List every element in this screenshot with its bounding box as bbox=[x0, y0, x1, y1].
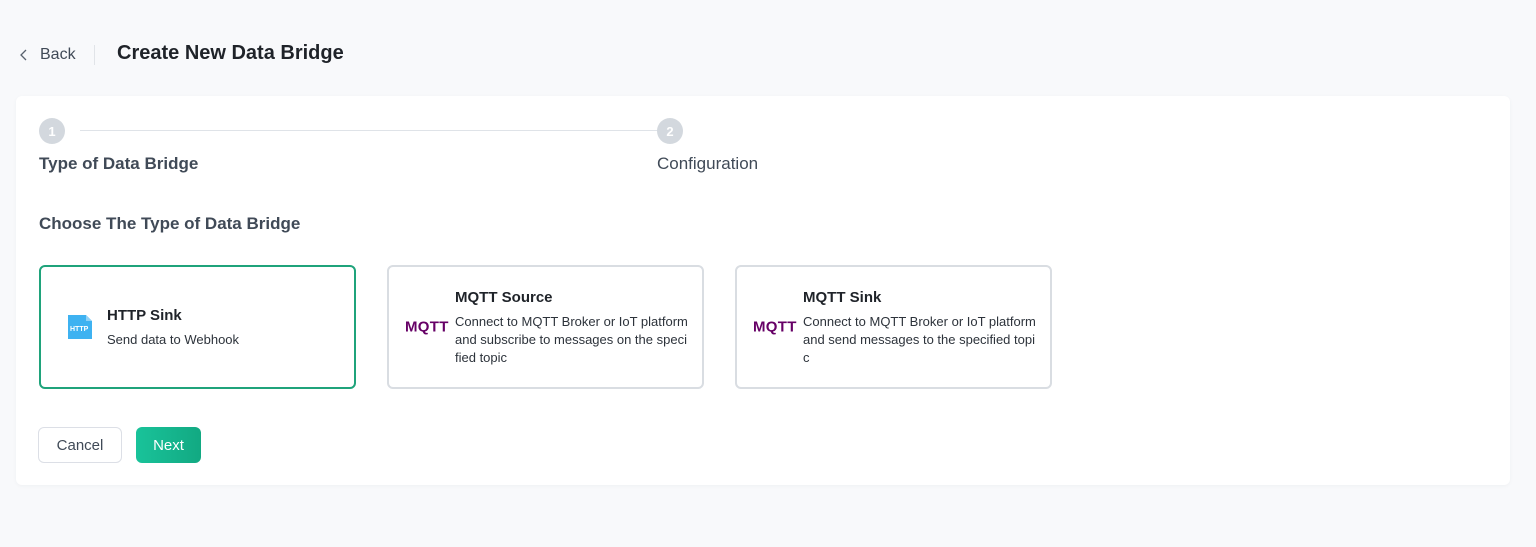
http-icon: HTTP bbox=[68, 315, 92, 339]
svg-text:HTTP: HTTP bbox=[70, 326, 89, 333]
page-header: Back Create New Data Bridge bbox=[0, 0, 1536, 96]
bridge-type-mqtt-source[interactable]: MQTT MQTT Source Connect to MQTT Broker … bbox=[387, 265, 704, 389]
chevron-left-icon bbox=[20, 49, 27, 61]
bridge-type-name: MQTT Sink bbox=[803, 289, 882, 306]
next-button[interactable]: Next bbox=[136, 427, 201, 463]
bridge-type-mqtt-sink[interactable]: MQTT MQTT Sink Connect to MQTT Broker or… bbox=[735, 265, 1052, 389]
step-2-number: 2 bbox=[657, 118, 683, 144]
back-label: Back bbox=[40, 46, 76, 63]
step-1-number: 1 bbox=[39, 118, 65, 144]
step-1-label: Type of Data Bridge bbox=[39, 154, 199, 173]
section-title: Choose The Type of Data Bridge bbox=[39, 214, 301, 233]
bridge-type-description: Send data to Webhook bbox=[107, 332, 240, 347]
back-button[interactable]: Back bbox=[18, 44, 76, 66]
wizard-card: 1 2 Type of Data Bridge Configuration Ch… bbox=[16, 96, 1510, 485]
bridge-type-description: Connect to MQTT Broker or IoT platform a… bbox=[455, 314, 688, 365]
step-connector-line bbox=[80, 130, 672, 131]
bridge-type-name: HTTP Sink bbox=[107, 307, 182, 324]
header-divider bbox=[94, 45, 95, 65]
bridge-type-description: Connect to MQTT Broker or IoT platform a… bbox=[803, 314, 1036, 365]
bridge-type-name: MQTT Source bbox=[455, 289, 553, 306]
mqtt-icon: MQTT bbox=[405, 318, 449, 336]
page-title: Create New Data Bridge bbox=[117, 42, 344, 64]
bridge-type-http-sink[interactable]: HTTP HTTP Sink Send data to Webhook bbox=[39, 265, 356, 389]
mqtt-icon: MQTT bbox=[753, 318, 797, 336]
step-2-label: Configuration bbox=[657, 154, 759, 173]
cancel-button[interactable]: Cancel bbox=[38, 427, 122, 463]
